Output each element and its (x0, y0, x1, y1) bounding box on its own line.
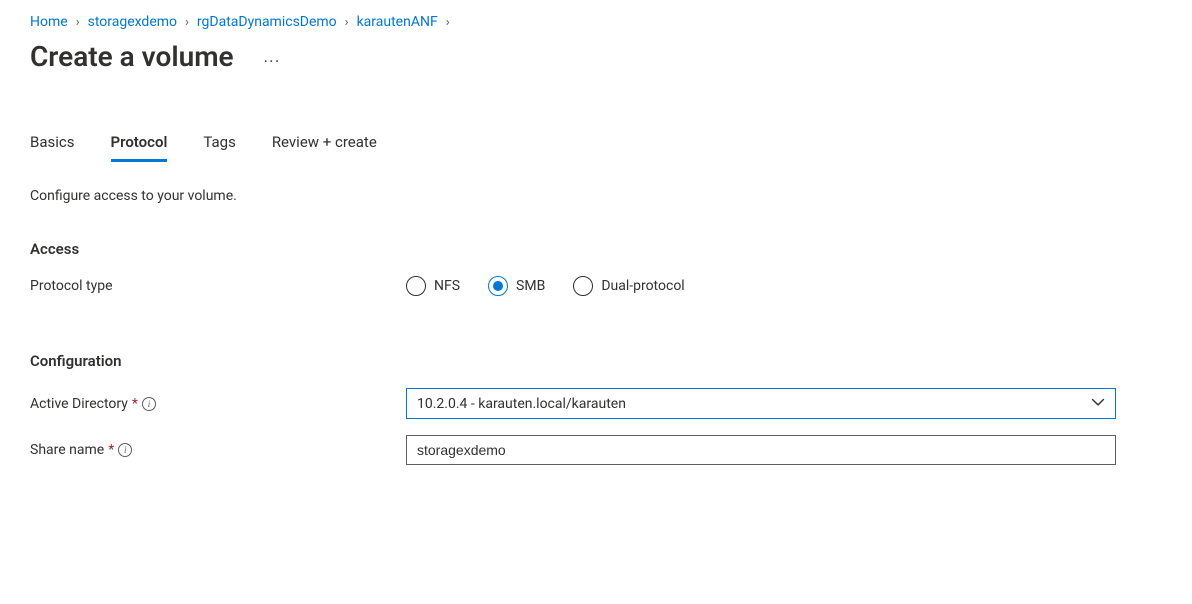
label-share-name: Share name * i (30, 442, 406, 458)
breadcrumb-link-storagexdemo[interactable]: storagexdemo (88, 14, 177, 30)
protocol-type-radio-group: NFS SMB Dual-protocol (406, 276, 685, 296)
breadcrumb-link-anf[interactable]: karautenANF (357, 14, 438, 30)
radio-icon (406, 276, 426, 296)
row-protocol-type: Protocol type NFS SMB Dual-protocol (30, 276, 1162, 296)
radio-label-dual: Dual-protocol (601, 278, 684, 294)
title-row: Create a volume ··· (30, 40, 1162, 73)
radio-smb[interactable]: SMB (488, 276, 545, 296)
chevron-right-icon: › (345, 15, 349, 30)
tab-basics[interactable]: Basics (30, 133, 75, 162)
section-heading-configuration: Configuration (30, 352, 1162, 370)
row-active-directory: Active Directory * i 10.2.0.4 - karauten… (30, 388, 1162, 419)
label-protocol-type: Protocol type (30, 278, 406, 294)
radio-icon (573, 276, 593, 296)
chevron-down-icon (1091, 395, 1105, 412)
tab-review-create[interactable]: Review + create (272, 133, 377, 162)
active-directory-select[interactable]: 10.2.0.4 - karauten.local/karauten (406, 388, 1116, 419)
label-text-share: Share name (30, 442, 104, 458)
info-icon[interactable]: i (118, 443, 132, 457)
more-icon[interactable]: ··· (264, 44, 281, 70)
chevron-right-icon: › (446, 15, 450, 30)
chevron-right-icon: › (76, 15, 80, 30)
radio-label-nfs: NFS (434, 278, 460, 294)
radio-label-smb: SMB (516, 278, 545, 294)
required-asterisk: * (108, 442, 114, 458)
tabs: Basics Protocol Tags Review + create (30, 133, 1162, 162)
section-heading-access: Access (30, 240, 1162, 258)
tab-tags[interactable]: Tags (203, 133, 235, 162)
page-title: Create a volume (30, 40, 234, 73)
tab-protocol[interactable]: Protocol (111, 133, 168, 162)
breadcrumb-link-rg[interactable]: rgDataDynamicsDemo (197, 14, 337, 30)
info-icon[interactable]: i (142, 397, 156, 411)
chevron-right-icon: › (185, 15, 189, 30)
select-value-ad: 10.2.0.4 - karauten.local/karauten (417, 396, 626, 412)
required-asterisk: * (132, 396, 138, 412)
breadcrumb: Home › storagexdemo › rgDataDynamicsDemo… (30, 14, 1162, 30)
breadcrumb-link-home[interactable]: Home (30, 14, 68, 30)
row-share-name: Share name * i (30, 435, 1162, 465)
tab-description: Configure access to your volume. (30, 188, 1162, 204)
radio-nfs[interactable]: NFS (406, 276, 460, 296)
radio-dual[interactable]: Dual-protocol (573, 276, 684, 296)
radio-icon (488, 276, 508, 296)
label-active-directory: Active Directory * i (30, 396, 406, 412)
share-name-input[interactable] (406, 435, 1116, 465)
label-text-ad: Active Directory (30, 396, 128, 412)
